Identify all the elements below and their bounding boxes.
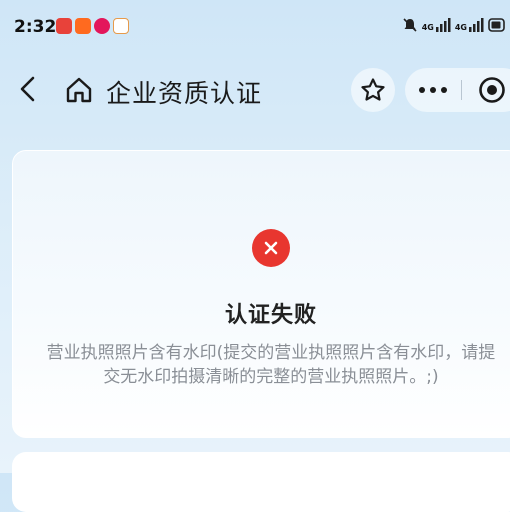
signal-icon-2: 4G: [455, 18, 484, 32]
status-time: 2:32: [14, 17, 57, 37]
star-icon: [361, 78, 385, 101]
secondary-card: [12, 452, 510, 512]
page-title: 企业资质认证: [106, 79, 263, 108]
close-icon: [264, 241, 278, 255]
app-icon-pink: [94, 18, 110, 34]
network-label-2: 4G: [454, 23, 467, 32]
nav-bar: 企业资质认证: [0, 62, 510, 118]
more-dots-icon: [419, 87, 448, 93]
signal-icon-1: 4G: [422, 18, 451, 32]
more-button[interactable]: [405, 68, 461, 112]
notification-icons: [56, 18, 129, 34]
target-icon: [479, 77, 505, 103]
home-icon: [66, 77, 92, 103]
network-label-1: 4G: [421, 23, 434, 32]
close-miniapp-button[interactable]: [462, 68, 510, 112]
result-card: 认证失败 营业执照照片含有水印(提交的营业执照照片含有水印，请提交无水印拍摄清晰…: [12, 150, 510, 438]
battery-icon: [488, 18, 506, 32]
status-indicators: 4G 4G: [402, 17, 506, 33]
back-arrow-icon: [20, 76, 35, 102]
app-icon-orange: [75, 18, 91, 34]
miniapp-capsule: [405, 68, 510, 112]
app-icon-mascot: [113, 18, 129, 34]
home-button[interactable]: [64, 75, 94, 105]
fail-status-icon: [252, 229, 290, 267]
result-message: 营业执照照片含有水印(提交的营业执照照片含有水印，请提交无水印拍摄清晰的完整的营…: [46, 343, 496, 387]
result-title: 认证失败: [224, 303, 317, 328]
status-bar: 2:32 4G 4G: [0, 0, 510, 52]
favorite-button[interactable]: [351, 68, 395, 112]
app-icon-red: [56, 18, 72, 34]
back-button[interactable]: [14, 74, 44, 104]
mute-icon: [402, 17, 418, 33]
